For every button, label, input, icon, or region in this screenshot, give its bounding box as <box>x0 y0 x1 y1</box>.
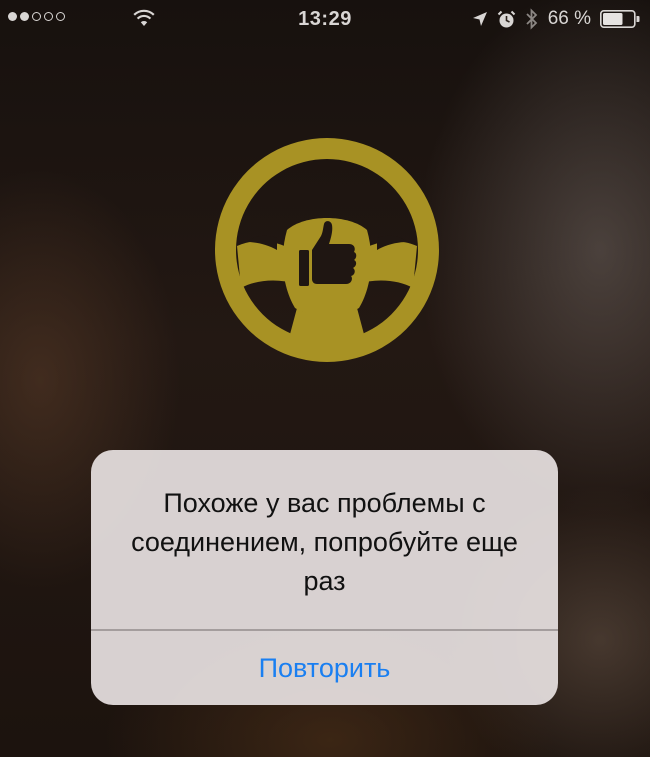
status-bar: 13:29 66 % <box>0 0 650 40</box>
steering-wheel-thumbs-up-icon <box>215 138 439 362</box>
retry-button[interactable]: Повторить <box>91 631 558 705</box>
screen: 13:29 66 % Похоже у вас проблемы с соеди… <box>0 0 650 757</box>
bluetooth-icon <box>526 8 537 30</box>
alarm-icon <box>497 10 515 27</box>
alert-dialog: Похоже у вас проблемы с соединением, поп… <box>91 450 558 705</box>
location-arrow-icon <box>472 12 487 26</box>
battery-percent: 66 % <box>547 8 591 29</box>
alert-message: Похоже у вас проблемы с соединением, поп… <box>131 488 518 596</box>
battery-icon <box>600 10 640 28</box>
status-icons: 66 % <box>472 8 640 30</box>
